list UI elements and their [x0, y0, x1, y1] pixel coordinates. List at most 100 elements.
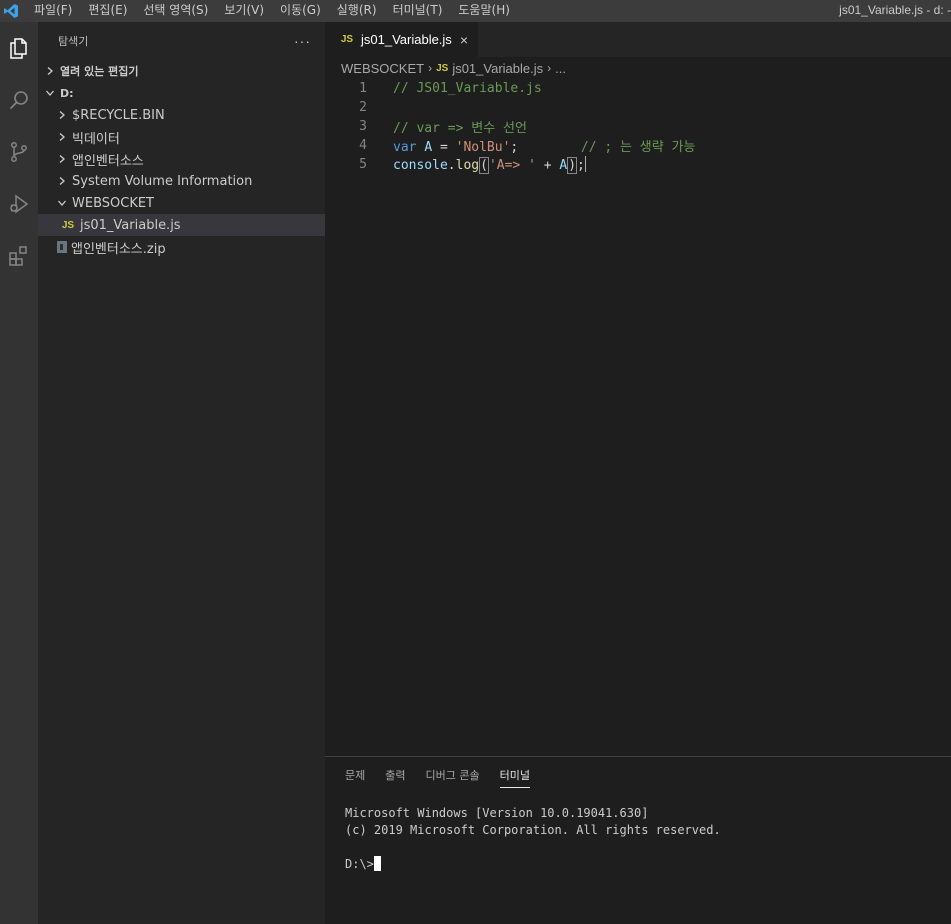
menu-go[interactable]: 이동(G) — [272, 0, 329, 22]
chevron-right-icon: › — [428, 61, 433, 75]
code-line: 3 // var => 변수 선언 — [325, 117, 951, 136]
menu-bar: 파일(F) 편집(E) 선택 영역(S) 보기(V) 이동(G) 실행(R) 터… — [22, 0, 518, 22]
code-dot: . — [447, 158, 456, 173]
terminal-prompt-line: D:\> — [345, 856, 951, 873]
tree-item-label: WEBSOCKET — [72, 195, 154, 211]
window-title: js01_Variable.js - d: - — [839, 3, 951, 17]
text-cursor — [584, 156, 586, 172]
code-string: 'NolBu' — [455, 140, 511, 155]
terminal-line: Microsoft Windows [Version 10.0.19041.63… — [345, 806, 649, 820]
tree-item-websocket[interactable]: WEBSOCKET — [38, 192, 325, 214]
terminal-line: (c) 2019 Microsoft Corporation. All righ… — [345, 823, 721, 837]
chevron-right-icon: › — [547, 61, 552, 75]
tree-item-label: 빅데이터 — [72, 131, 120, 147]
terminal-prompt: D:\> — [345, 857, 374, 871]
search-icon[interactable] — [0, 74, 38, 126]
tab-problems[interactable]: 문제 — [345, 757, 365, 792]
open-editors-label: 열려 있는 편집기 — [60, 65, 139, 78]
menu-selection[interactable]: 선택 영역(S) — [135, 0, 216, 22]
code-editor[interactable]: 1 // JS01_Variable.js 2 3 // var => 변수 선… — [325, 79, 951, 174]
code-line: 5 console.log('A=> ' + A); — [325, 155, 951, 174]
code-keyword: var — [393, 140, 417, 155]
tree-item-bigdata[interactable]: 빅데이터 — [38, 126, 325, 148]
source-control-icon[interactable] — [0, 126, 38, 178]
title-bar: 파일(F) 편집(E) 선택 영역(S) 보기(V) 이동(G) 실행(R) 터… — [0, 0, 951, 22]
tab-terminal[interactable]: 터미널 — [499, 757, 531, 792]
tab-label: js01_Variable.js — [361, 32, 452, 47]
tree-item-appinventor-zip[interactable]: 앱인벤터소스.zip — [38, 236, 325, 258]
breadcrumb-file[interactable]: js01_Variable.js — [452, 61, 543, 76]
terminal-cursor — [373, 856, 381, 871]
tree-item-label: 앱인벤터소스 — [72, 153, 144, 169]
js-file-icon: JS — [61, 219, 75, 231]
js-file-icon: JS — [340, 34, 354, 45]
terminal[interactable]: Microsoft Windows [Version 10.0.19041.63… — [325, 792, 951, 873]
chevron-right-icon — [42, 63, 58, 79]
vscode-logo-icon — [0, 0, 22, 22]
chevron-down-icon — [54, 195, 70, 211]
line-number: 2 — [359, 100, 367, 115]
chevron-right-icon — [54, 173, 70, 189]
more-actions-icon[interactable]: ··· — [294, 33, 311, 49]
tree-item-js01-variable[interactable]: JS js01_Variable.js — [38, 214, 325, 236]
tab-output[interactable]: 출력 — [385, 757, 405, 792]
code-comment: // JS01_Variable.js — [393, 81, 542, 96]
tab-js01-variable[interactable]: JS js01_Variable.js × — [325, 22, 479, 57]
menu-view[interactable]: 보기(V) — [216, 0, 272, 22]
editor-tabs: JS js01_Variable.js × — [325, 22, 951, 57]
breadcrumb-folder[interactable]: WEBSOCKET — [341, 61, 424, 76]
explorer-sidebar: 탐색기 ··· 열려 있는 편집기 D: $RECYCLE.BIN 빅데이터 앱… — [38, 22, 325, 924]
line-number: 3 — [359, 119, 367, 134]
bottom-panel: 문제 출력 디버그 콘솔 터미널 Microsoft Windows [Vers… — [325, 756, 951, 924]
editor-area: JS js01_Variable.js × WEBSOCKET › JS js0… — [325, 22, 951, 756]
workspace-root-section[interactable]: D: — [38, 82, 325, 104]
code-line: 1 // JS01_Variable.js — [325, 79, 951, 98]
code-comment: // ; 는 생략 가능 — [580, 140, 696, 155]
tree-item-label: js01_Variable.js — [80, 217, 181, 233]
menu-terminal[interactable]: 터미널(T) — [385, 0, 451, 22]
open-editors-section[interactable]: 열려 있는 편집기 — [38, 60, 325, 82]
chevron-right-icon — [54, 151, 70, 167]
code-function: log — [455, 158, 480, 173]
line-number: 5 — [359, 157, 367, 172]
code-semicolon: ; — [577, 158, 585, 173]
code-variable: A — [424, 140, 433, 155]
extensions-icon[interactable] — [0, 230, 38, 282]
tree-item-recycle-bin[interactable]: $RECYCLE.BIN — [38, 104, 325, 126]
code-bracket-open: ( — [479, 157, 489, 174]
menu-edit[interactable]: 편집(E) — [80, 0, 135, 22]
code-operator: + — [535, 158, 560, 173]
panel-tabs: 문제 출력 디버그 콘솔 터미널 — [325, 757, 951, 792]
code-operator: = — [432, 140, 456, 155]
menu-file[interactable]: 파일(F) — [26, 0, 80, 22]
workspace-root-label: D: — [60, 86, 74, 100]
activity-bar — [0, 22, 38, 924]
tree-item-appinventor-source[interactable]: 앱인벤터소스 — [38, 148, 325, 170]
code-semicolon: ; — [510, 140, 519, 155]
tree-item-label: $RECYCLE.BIN — [72, 107, 165, 123]
chevron-right-icon — [54, 107, 70, 123]
code-comment: // var => 변수 선언 — [393, 121, 527, 136]
tab-debug-console[interactable]: 디버그 콘솔 — [426, 757, 480, 792]
explorer-icon[interactable] — [0, 22, 38, 74]
js-file-icon: JS — [436, 62, 449, 74]
close-icon[interactable]: × — [460, 32, 468, 48]
breadcrumb: WEBSOCKET › JS js01_Variable.js › ... — [325, 57, 951, 79]
code-object: console — [393, 158, 448, 173]
code-bracket-close: ) — [567, 157, 578, 174]
menu-run[interactable]: 실행(R) — [329, 0, 385, 22]
explorer-header: 탐색기 ··· — [38, 22, 325, 60]
line-number: 1 — [359, 81, 367, 96]
tree-item-label: 앱인벤터소스.zip — [71, 241, 166, 257]
code-line: 2 — [325, 98, 951, 117]
breadcrumb-more[interactable]: ... — [555, 61, 566, 76]
tree-item-label: System Volume Information — [72, 173, 253, 189]
run-debug-icon[interactable] — [0, 178, 38, 230]
zip-file-icon — [57, 241, 67, 253]
chevron-right-icon — [54, 129, 70, 145]
explorer-title: 탐색기 — [58, 35, 89, 48]
tree-item-system-volume-information[interactable]: System Volume Information — [38, 170, 325, 192]
line-number: 4 — [359, 138, 367, 153]
menu-help[interactable]: 도움말(H) — [450, 0, 518, 22]
